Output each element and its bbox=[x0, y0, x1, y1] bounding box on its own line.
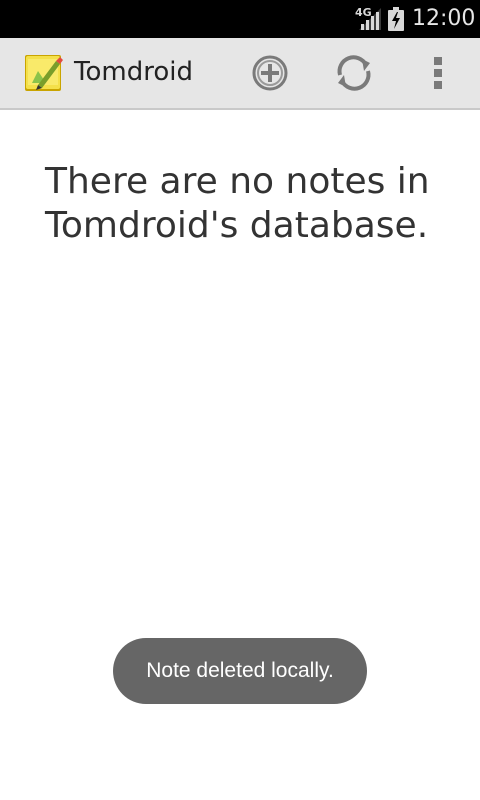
clock: 12:00 bbox=[412, 6, 476, 31]
overflow-menu-icon[interactable] bbox=[416, 51, 460, 95]
empty-notes-message: There are no notes in Tomdroid's databas… bbox=[45, 161, 430, 246]
app-logo-icon[interactable] bbox=[24, 53, 64, 93]
signal-icon bbox=[359, 8, 381, 30]
app-title: Tomdroid bbox=[74, 57, 193, 87]
toast-message: Note deleted locally. bbox=[146, 659, 334, 682]
add-note-icon[interactable] bbox=[248, 51, 292, 95]
action-bar: Tomdroid bbox=[0, 38, 480, 110]
status-bar: 4G 12:00 bbox=[0, 0, 480, 38]
toast-notification: Note deleted locally. bbox=[113, 638, 367, 704]
battery-charging-icon bbox=[388, 7, 404, 31]
sync-icon[interactable] bbox=[332, 51, 376, 95]
